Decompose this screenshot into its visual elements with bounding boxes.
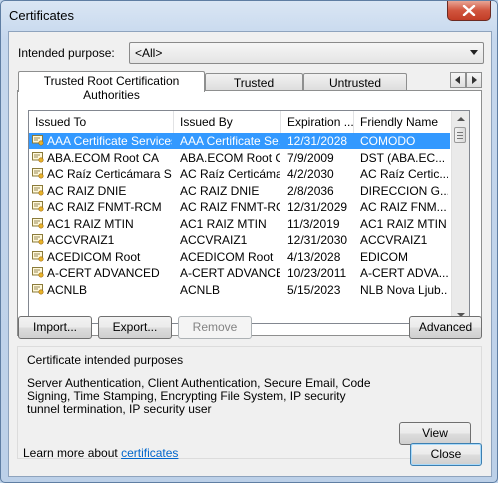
- cell-issued-by: AC1 RAIZ MTIN: [180, 216, 267, 231]
- tab-trusted-root[interactable]: Trusted Root Certification Authorities: [18, 71, 205, 102]
- intended-purpose-dropdown[interactable]: <All>: [129, 42, 484, 64]
- cell-friendly-name: AC Raíz Certic...: [360, 167, 448, 181]
- column-header-issued-by[interactable]: Issued By: [174, 111, 281, 133]
- cell-issued-to: AC Raíz Certicámara S.A.: [47, 167, 172, 181]
- cell-expiration: 4/2/2030: [287, 167, 334, 181]
- table-row[interactable]: AC Raíz Certicámara S.A. AC Raíz Certicám…: [29, 166, 450, 182]
- remove-button[interactable]: Remove: [178, 316, 252, 339]
- cell-expiration: 12/31/2029: [287, 200, 348, 214]
- intended-purposes-text: Server Authentication, Client Authentica…: [27, 376, 371, 416]
- cell-issued-by: AC Raíz Certicáma...: [180, 167, 280, 181]
- chevron-down-icon: [470, 50, 478, 55]
- table-row[interactable]: ACNLB ACNLB 5/15/2023 NLB Nova Ljub...: [29, 282, 450, 298]
- tab-panel: Issued To Issued By Expiration ... Frien…: [17, 90, 482, 336]
- table-row[interactable]: AC1 RAIZ MTIN AC1 RAIZ MTIN 11/3/2019 AC1 R…: [29, 216, 450, 232]
- scroll-thumb[interactable]: [454, 127, 466, 143]
- title-bar[interactable]: Certificates: [1, 1, 497, 31]
- cell-issued-to: AC RAIZ DNIE: [47, 183, 127, 198]
- cell-expiration: 10/23/2011: [287, 266, 347, 280]
- certificate-icon: [32, 201, 44, 212]
- cell-expiration: 7/9/2009: [287, 150, 334, 165]
- list-header: Issued To Issued By Expiration ... Frien…: [29, 111, 450, 134]
- cell-expiration: 12/31/2030: [287, 233, 348, 247]
- dialog-body: Intended purpose: <All> Trusted Root Cer…: [8, 31, 492, 477]
- certificate-list[interactable]: Issued To Issued By Expiration ... Frien…: [28, 110, 470, 324]
- view-button[interactable]: View: [399, 422, 471, 445]
- vertical-scrollbar[interactable]: [451, 111, 469, 323]
- cell-friendly-name: ACCVRAIZ1: [360, 233, 428, 247]
- cell-issued-to: ABA.ECOM Root CA: [47, 150, 160, 165]
- window-title: Certificates: [9, 8, 75, 23]
- chevron-left-icon: [455, 76, 460, 84]
- tab-trusted-publishers[interactable]: Trusted Publishers: [205, 73, 303, 104]
- tab-untrusted-publishers[interactable]: Untrusted Publishers: [303, 73, 407, 104]
- column-header-issued-to[interactable]: Issued To: [29, 111, 174, 133]
- certificate-icon: [32, 151, 44, 163]
- close-icon: [462, 5, 476, 16]
- cell-issued-by: A-CERT ADVANCED: [180, 266, 280, 280]
- certificate-icon: [32, 283, 44, 295]
- cell-issued-to: ACNLB: [47, 282, 88, 297]
- cell-friendly-name: DST (ABA.EC...: [360, 150, 446, 165]
- certificate-icon: [32, 184, 44, 196]
- cell-issued-by: ACCVRAIZ1: [180, 233, 248, 247]
- table-row[interactable]: ACEDICOM Root ACEDICOM Root 4/13/2028 EDICO…: [29, 249, 450, 265]
- cell-issued-to: AC RAIZ FNMT-RCM: [47, 200, 162, 214]
- cell-expiration: 4/13/2028: [287, 249, 341, 264]
- cell-friendly-name: COMODO: [360, 134, 416, 148]
- certificate-icon: [32, 267, 44, 278]
- intended-purpose-value: <All>: [135, 46, 163, 60]
- cell-issued-by: AC RAIZ DNIE: [180, 183, 260, 198]
- cell-expiration: 2/8/2036: [287, 183, 334, 198]
- cell-issued-by: ACNLB: [180, 282, 221, 297]
- advanced-button[interactable]: Advanced: [409, 316, 482, 339]
- cell-issued-by: AAA Certificate Se...: [180, 134, 280, 148]
- column-header-friendly-name[interactable]: Friendly Name: [354, 111, 450, 133]
- learn-more-text: Learn more about certificates: [23, 446, 178, 460]
- cell-issued-to: A-CERT ADVANCED: [47, 266, 160, 280]
- cell-friendly-name: AC1 RAIZ MTIN: [360, 216, 447, 231]
- scroll-up-icon[interactable]: [457, 117, 465, 121]
- certificate-icon: [32, 217, 44, 229]
- cell-issued-to: ACCVRAIZ1: [47, 233, 115, 247]
- cell-issued-by: ACEDICOM Root: [180, 249, 274, 264]
- certificate-icon: [32, 135, 44, 146]
- certificates-window: Certificates Intended purpose: <All> Tru…: [0, 0, 498, 483]
- intended-purpose-label: Intended purpose:: [18, 46, 115, 60]
- tab-scroll-left-button[interactable]: [450, 72, 466, 88]
- cell-issued-by: ABA.ECOM Root CA: [180, 150, 280, 165]
- table-row[interactable]: ACCVRAIZ1 ACCVRAIZ1 12/31/2030 ACCVRAIZ1: [29, 232, 450, 248]
- cell-friendly-name: A-CERT ADVA...: [360, 266, 448, 280]
- learn-more-prefix: Learn more about: [23, 446, 122, 460]
- close-button[interactable]: Close: [410, 443, 482, 466]
- cell-friendly-name: AC RAIZ FNM...: [360, 200, 447, 214]
- cell-expiration: 5/15/2023: [287, 282, 341, 297]
- table-row[interactable]: AC RAIZ DNIE AC RAIZ DNIE 2/8/2036 DIRECCIO…: [29, 183, 450, 199]
- tab-scroll-right-button[interactable]: [466, 72, 482, 88]
- cell-friendly-name: NLB Nova Ljub...: [360, 282, 448, 297]
- intended-purposes-heading: Certificate intended purposes: [27, 353, 184, 367]
- import-button[interactable]: Import...: [18, 316, 92, 339]
- table-row[interactable]: ABA.ECOM Root CA ABA.ECOM Root CA 7/9/2009…: [29, 150, 450, 166]
- cell-issued-by: AC RAIZ FNMT-RCM: [180, 200, 280, 214]
- table-row[interactable]: AAA Certificate Services AAA Certificate …: [29, 133, 450, 149]
- cell-issued-to: AAA Certificate Services: [47, 134, 172, 148]
- cell-issued-to: ACEDICOM Root: [47, 249, 141, 264]
- table-row[interactable]: A-CERT ADVANCED A-CERT ADVANCED 10/23/2011…: [29, 265, 450, 281]
- cell-expiration: 11/3/2019: [287, 216, 340, 231]
- window-close-button[interactable]: [447, 1, 491, 21]
- certificate-icon: [32, 234, 44, 245]
- certificate-icon: [32, 250, 44, 262]
- cell-issued-to: AC1 RAIZ MTIN: [47, 216, 134, 231]
- table-row[interactable]: AC RAIZ FNMT-RCM AC RAIZ FNMT-RCM 12/31/20…: [29, 199, 450, 215]
- chevron-right-icon: [472, 76, 477, 84]
- cell-friendly-name: DIRECCION G...: [360, 183, 448, 198]
- certificates-link[interactable]: certificates: [121, 446, 178, 460]
- cell-expiration: 12/31/2028: [287, 134, 348, 148]
- export-button[interactable]: Export...: [98, 316, 172, 339]
- cell-friendly-name: EDICOM: [360, 249, 408, 264]
- certificate-icon: [32, 168, 44, 179]
- column-header-expiration[interactable]: Expiration ...: [281, 111, 354, 133]
